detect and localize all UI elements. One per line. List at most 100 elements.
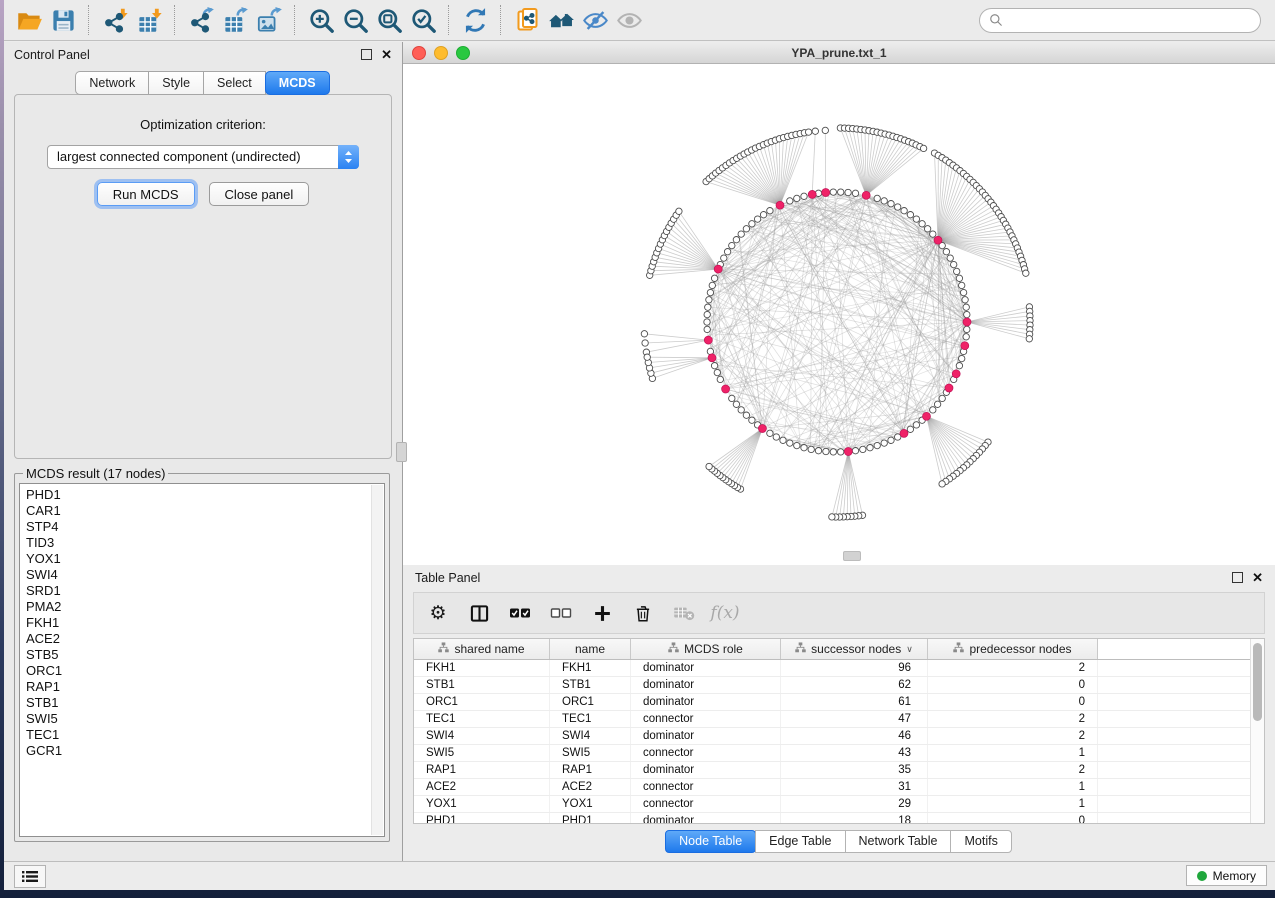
tab-style[interactable]: Style	[148, 71, 204, 95]
ring-node[interactable]	[874, 195, 880, 201]
ring-node[interactable]	[895, 204, 901, 210]
minimize-window-icon[interactable]	[434, 46, 448, 60]
ring-node[interactable]	[738, 407, 744, 413]
ring-node[interactable]	[743, 412, 749, 418]
hub-node[interactable]	[945, 384, 953, 392]
ring-node[interactable]	[707, 289, 713, 295]
delete-row-icon[interactable]	[631, 601, 655, 625]
task-history-button[interactable]	[14, 865, 46, 888]
ring-node[interactable]	[930, 231, 936, 237]
tab-edge-table[interactable]: Edge Table	[755, 830, 845, 853]
ring-node[interactable]	[881, 198, 887, 204]
ring-node[interactable]	[964, 326, 970, 332]
hub-node[interactable]	[822, 189, 830, 197]
hub-node[interactable]	[900, 429, 908, 437]
zoom-out-icon[interactable]	[338, 5, 372, 35]
ring-node[interactable]	[943, 249, 949, 255]
ring-node[interactable]	[838, 449, 844, 455]
export-image-icon[interactable]	[252, 5, 286, 35]
table-row[interactable]: FKH1FKH1dominator962	[414, 660, 1264, 677]
ring-node[interactable]	[881, 440, 887, 446]
table-row[interactable]: ORC1ORC1dominator610	[414, 694, 1264, 711]
ring-node[interactable]	[907, 212, 913, 218]
criterion-select[interactable]: largest connected component (undirected)	[47, 145, 359, 169]
ring-node[interactable]	[954, 268, 960, 274]
ring-node[interactable]	[743, 226, 749, 232]
table-row[interactable]: RAP1RAP1dominator352	[414, 762, 1264, 779]
ring-node[interactable]	[852, 190, 858, 196]
column-header-shared-name[interactable]: shared name	[414, 639, 550, 659]
ring-node[interactable]	[919, 221, 925, 227]
ring-node[interactable]	[760, 212, 766, 218]
ring-node[interactable]	[959, 355, 965, 361]
ring-node[interactable]	[754, 216, 760, 222]
ring-node[interactable]	[830, 189, 836, 195]
save-icon[interactable]	[46, 5, 80, 35]
close-panel-button[interactable]: Close panel	[209, 182, 310, 206]
tab-select[interactable]: Select	[203, 71, 266, 95]
fan-node[interactable]	[812, 128, 818, 134]
ring-node[interactable]	[830, 449, 836, 455]
ring-node[interactable]	[706, 297, 712, 303]
ring-node[interactable]	[767, 430, 773, 436]
hub-node[interactable]	[722, 385, 730, 393]
ring-node[interactable]	[845, 189, 851, 195]
fan-node[interactable]	[1023, 270, 1029, 276]
ring-node[interactable]	[964, 311, 970, 317]
table-row[interactable]: YOX1YOX1connector291	[414, 796, 1264, 813]
hub-node[interactable]	[776, 201, 784, 209]
fan-node[interactable]	[822, 127, 828, 133]
ring-node[interactable]	[767, 208, 773, 214]
fan-node[interactable]	[676, 208, 682, 214]
ring-node[interactable]	[729, 395, 735, 401]
fan-node[interactable]	[1026, 336, 1032, 342]
ring-node[interactable]	[733, 237, 739, 243]
hub-node[interactable]	[714, 265, 722, 273]
ring-node[interactable]	[924, 226, 930, 232]
mcds-list-scrollbar[interactable]	[371, 485, 383, 835]
fan-node[interactable]	[829, 514, 835, 520]
ring-node[interactable]	[815, 448, 821, 454]
tab-mcds[interactable]: MCDS	[265, 71, 330, 95]
ring-node[interactable]	[939, 395, 945, 401]
ring-node[interactable]	[930, 407, 936, 413]
hub-node[interactable]	[923, 412, 931, 420]
ring-node[interactable]	[714, 369, 720, 375]
ring-node[interactable]	[794, 442, 800, 448]
fan-node[interactable]	[939, 481, 945, 487]
share-document-icon[interactable]	[510, 5, 544, 35]
hub-node[interactable]	[961, 342, 969, 350]
ring-node[interactable]	[794, 195, 800, 201]
close-table-panel-icon[interactable]: ✕	[1252, 571, 1263, 584]
column-header-predecessor-nodes[interactable]: predecessor nodes	[928, 639, 1098, 659]
ring-node[interactable]	[874, 442, 880, 448]
column-header-name[interactable]: name	[550, 639, 631, 659]
ring-node[interactable]	[808, 446, 814, 452]
ring-node[interactable]	[907, 426, 913, 432]
ring-node[interactable]	[801, 193, 807, 199]
ring-node[interactable]	[934, 401, 940, 407]
zoom-in-icon[interactable]	[304, 5, 338, 35]
ring-node[interactable]	[913, 216, 919, 222]
hub-node[interactable]	[704, 336, 712, 344]
table-row[interactable]: SWI5SWI5connector431	[414, 745, 1264, 762]
ring-node[interactable]	[956, 275, 962, 281]
import-table-icon[interactable]	[132, 5, 166, 35]
ring-node[interactable]	[959, 282, 965, 288]
hub-node[interactable]	[862, 191, 870, 199]
export-network-icon[interactable]	[184, 5, 218, 35]
ring-node[interactable]	[888, 201, 894, 207]
ring-node[interactable]	[704, 319, 710, 325]
table-row[interactable]: TEC1TEC1connector472	[414, 711, 1264, 728]
ring-node[interactable]	[960, 289, 966, 295]
ring-node[interactable]	[867, 445, 873, 451]
ring-node[interactable]	[773, 434, 779, 440]
zoom-fit-icon[interactable]	[372, 5, 406, 35]
ring-node[interactable]	[956, 363, 962, 369]
hub-node[interactable]	[708, 354, 716, 362]
horizontal-splitter-handle[interactable]	[843, 551, 861, 561]
ring-node[interactable]	[852, 448, 858, 454]
ring-node[interactable]	[704, 311, 710, 317]
ring-node[interactable]	[749, 417, 755, 423]
ring-node[interactable]	[913, 422, 919, 428]
